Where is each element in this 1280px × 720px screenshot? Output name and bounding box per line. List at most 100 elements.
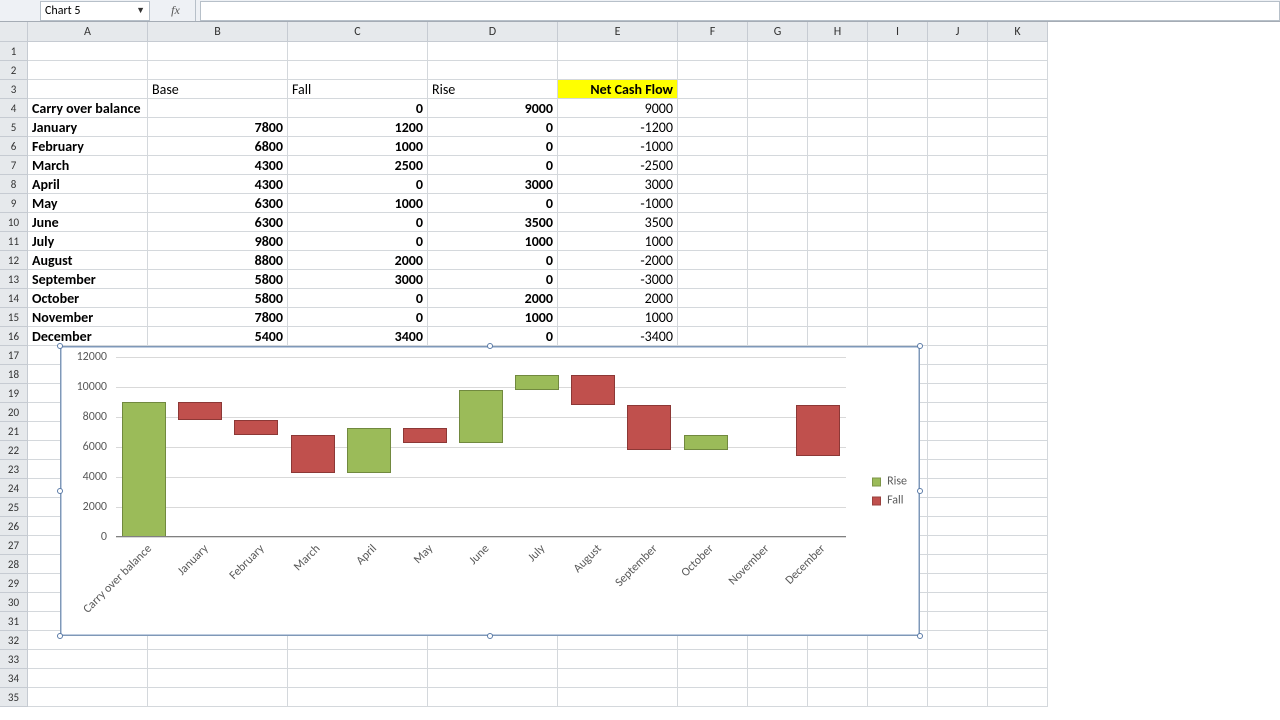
cell[interactable] bbox=[148, 61, 288, 80]
cell[interactable] bbox=[988, 631, 1048, 650]
cell[interactable] bbox=[928, 270, 988, 289]
cell[interactable] bbox=[988, 650, 1048, 669]
cell[interactable]: 4300 bbox=[148, 156, 288, 175]
cell[interactable] bbox=[928, 99, 988, 118]
cell[interactable] bbox=[558, 650, 678, 669]
cell[interactable] bbox=[868, 213, 928, 232]
col-header-K[interactable]: K bbox=[988, 22, 1048, 42]
cell[interactable] bbox=[678, 669, 748, 688]
cell[interactable]: 0 bbox=[288, 175, 428, 194]
cell[interactable]: -1000 bbox=[558, 194, 678, 213]
cell[interactable] bbox=[928, 555, 988, 574]
cell[interactable]: October bbox=[28, 289, 148, 308]
cell[interactable]: November bbox=[28, 308, 148, 327]
col-header-J[interactable]: J bbox=[928, 22, 988, 42]
cell[interactable]: 0 bbox=[428, 270, 558, 289]
cell[interactable] bbox=[748, 194, 808, 213]
cell[interactable] bbox=[988, 365, 1048, 384]
cell[interactable]: 0 bbox=[288, 289, 428, 308]
cell[interactable]: 3000 bbox=[558, 175, 678, 194]
cell[interactable]: Net Cash Flow bbox=[558, 80, 678, 99]
cell[interactable] bbox=[988, 479, 1048, 498]
cell[interactable]: July bbox=[28, 232, 148, 251]
cell[interactable] bbox=[928, 403, 988, 422]
cell[interactable]: 7800 bbox=[148, 308, 288, 327]
cell[interactable] bbox=[28, 61, 148, 80]
cell[interactable]: 0 bbox=[288, 232, 428, 251]
cell[interactable] bbox=[808, 137, 868, 156]
cell[interactable] bbox=[988, 61, 1048, 80]
cell[interactable] bbox=[678, 251, 748, 270]
cell[interactable]: 5400 bbox=[148, 327, 288, 346]
cell[interactable] bbox=[928, 612, 988, 631]
bar-rise[interactable] bbox=[684, 435, 728, 450]
row-header-11[interactable]: 11 bbox=[0, 232, 28, 251]
row-header-14[interactable]: 14 bbox=[0, 289, 28, 308]
cell[interactable] bbox=[928, 631, 988, 650]
cell[interactable] bbox=[868, 156, 928, 175]
cell[interactable]: 3400 bbox=[288, 327, 428, 346]
row-header-16[interactable]: 16 bbox=[0, 327, 28, 346]
cell[interactable] bbox=[808, 327, 868, 346]
cell[interactable] bbox=[288, 61, 428, 80]
cell[interactable] bbox=[288, 669, 428, 688]
cell[interactable]: -3000 bbox=[558, 270, 678, 289]
cell[interactable] bbox=[678, 327, 748, 346]
col-header-I[interactable]: I bbox=[868, 22, 928, 42]
cell[interactable] bbox=[928, 42, 988, 61]
cell[interactable] bbox=[868, 42, 928, 61]
cell[interactable] bbox=[808, 270, 868, 289]
row-header-25[interactable]: 25 bbox=[0, 498, 28, 517]
cell[interactable]: 0 bbox=[428, 194, 558, 213]
cell[interactable] bbox=[678, 688, 748, 707]
cell[interactable] bbox=[928, 460, 988, 479]
row-header-34[interactable]: 34 bbox=[0, 669, 28, 688]
col-header-E[interactable]: E bbox=[558, 22, 678, 42]
row-header-13[interactable]: 13 bbox=[0, 270, 28, 289]
cell[interactable]: -1200 bbox=[558, 118, 678, 137]
cell[interactable] bbox=[928, 118, 988, 137]
row-header-22[interactable]: 22 bbox=[0, 441, 28, 460]
cell[interactable] bbox=[928, 213, 988, 232]
cell[interactable]: 3500 bbox=[428, 213, 558, 232]
bar-rise[interactable] bbox=[347, 428, 391, 473]
row-header-9[interactable]: 9 bbox=[0, 194, 28, 213]
cell[interactable] bbox=[928, 346, 988, 365]
cell[interactable] bbox=[868, 175, 928, 194]
cell[interactable] bbox=[928, 517, 988, 536]
cell[interactable] bbox=[748, 61, 808, 80]
cell[interactable]: August bbox=[28, 251, 148, 270]
cell[interactable]: Fall bbox=[288, 80, 428, 99]
cell[interactable]: 1000 bbox=[288, 137, 428, 156]
cell[interactable] bbox=[988, 156, 1048, 175]
cell[interactable] bbox=[678, 42, 748, 61]
cell[interactable] bbox=[928, 80, 988, 99]
cell[interactable] bbox=[868, 99, 928, 118]
cell[interactable]: 8800 bbox=[148, 251, 288, 270]
cell[interactable] bbox=[928, 156, 988, 175]
row-header-15[interactable]: 15 bbox=[0, 308, 28, 327]
bar-fall[interactable] bbox=[291, 435, 335, 473]
cell[interactable] bbox=[428, 61, 558, 80]
cell[interactable]: January bbox=[28, 118, 148, 137]
cell[interactable]: 1000 bbox=[428, 232, 558, 251]
bar-fall[interactable] bbox=[571, 375, 615, 405]
cell[interactable] bbox=[148, 688, 288, 707]
cell[interactable]: 6300 bbox=[148, 213, 288, 232]
cell[interactable] bbox=[928, 479, 988, 498]
cell[interactable]: -2000 bbox=[558, 251, 678, 270]
cell[interactable] bbox=[928, 308, 988, 327]
cell[interactable] bbox=[28, 80, 148, 99]
cell[interactable] bbox=[988, 422, 1048, 441]
cell[interactable]: June bbox=[28, 213, 148, 232]
cell[interactable] bbox=[748, 80, 808, 99]
cell[interactable] bbox=[748, 289, 808, 308]
cell[interactable] bbox=[678, 650, 748, 669]
cell[interactable]: 0 bbox=[288, 99, 428, 118]
cell[interactable] bbox=[988, 612, 1048, 631]
cell[interactable] bbox=[748, 669, 808, 688]
row-header-21[interactable]: 21 bbox=[0, 422, 28, 441]
cell[interactable]: Base bbox=[148, 80, 288, 99]
row-header-10[interactable]: 10 bbox=[0, 213, 28, 232]
bar-rise[interactable] bbox=[515, 375, 559, 390]
